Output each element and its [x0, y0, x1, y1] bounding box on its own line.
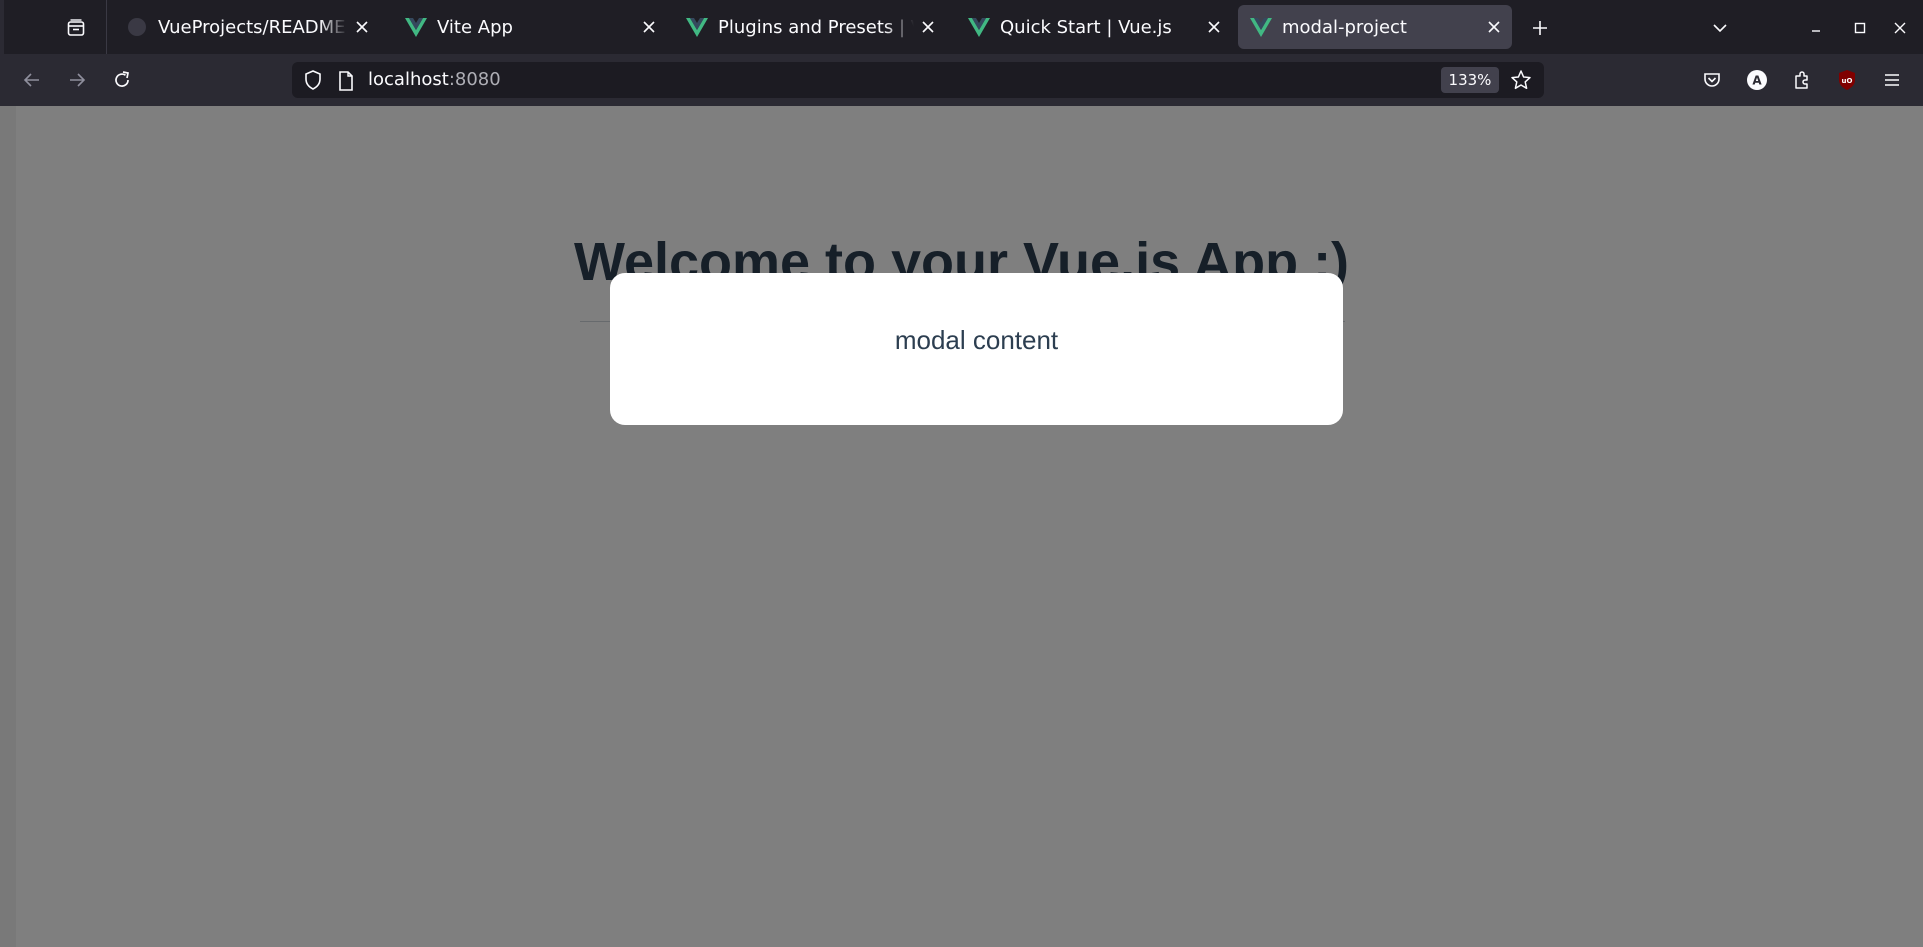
- tab-title: modal-project: [1282, 16, 1407, 38]
- close-window-button[interactable]: [1886, 14, 1914, 42]
- pocket-icon: [1704, 73, 1720, 87]
- window-edge: [0, 0, 4, 54]
- app-menu-button[interactable]: [1876, 64, 1908, 96]
- modal-content-text: modal content: [894, 325, 1059, 355]
- puzzle-icon: [1795, 71, 1808, 89]
- page-viewport: Welcome to your Vue.js App :) modal cont…: [0, 106, 1923, 947]
- svg-text:A: A: [1752, 74, 1762, 88]
- vue-logo-icon: [686, 18, 708, 37]
- chevron-down-icon: [1713, 24, 1727, 33]
- reload-icon: [115, 71, 130, 87]
- tab-title: Quick Start | Vue.js: [1000, 16, 1172, 38]
- forward-button[interactable]: [61, 64, 93, 96]
- tab-separator: [106, 0, 107, 54]
- github-icon: [128, 18, 146, 36]
- tab-title: VueProjects/README.md: [158, 16, 348, 38]
- vue-logo-icon: [1250, 18, 1272, 37]
- arrow-right-icon: [70, 73, 86, 87]
- tab-quick-start[interactable]: Quick Start | Vue.js: [956, 5, 1232, 49]
- tab-close-button[interactable]: [914, 13, 942, 41]
- pocket-button[interactable]: [1696, 64, 1728, 96]
- tab-close-button[interactable]: [1480, 13, 1508, 41]
- tab-title: Vite App: [437, 16, 513, 38]
- new-tab-button[interactable]: [1526, 14, 1554, 42]
- tab-vite-app[interactable]: Vite App: [393, 5, 667, 49]
- tab-modal-project[interactable]: modal-project: [1238, 5, 1512, 49]
- address-bar[interactable]: localhost:8080 133%: [292, 62, 1544, 98]
- svg-text:uO: uO: [1842, 77, 1853, 85]
- tab-close-button[interactable]: [348, 13, 376, 41]
- zoom-indicator[interactable]: 133%: [1441, 67, 1499, 93]
- close-icon: [922, 21, 934, 33]
- plus-icon: [1533, 21, 1547, 35]
- back-button[interactable]: [16, 64, 48, 96]
- list-all-tabs-button[interactable]: [1706, 14, 1734, 42]
- page-info-icon[interactable]: [336, 70, 356, 92]
- minimize-icon: [1812, 30, 1820, 32]
- navigation-toolbar: localhost:8080 133% A uO: [0, 54, 1923, 106]
- account-avatar-icon: A: [1747, 70, 1767, 90]
- arrow-left-icon: [23, 73, 39, 87]
- minimize-button[interactable]: [1802, 14, 1830, 42]
- vue-logo-icon: [405, 18, 427, 37]
- star-icon[interactable]: [1510, 69, 1532, 91]
- vue-logo-icon: [968, 18, 990, 37]
- modal-backdrop[interactable]: modal content: [0, 106, 1923, 947]
- ublock-origin-button[interactable]: uO: [1831, 64, 1863, 96]
- reload-button[interactable]: [106, 64, 138, 96]
- close-icon: [1208, 21, 1220, 33]
- tab-close-button[interactable]: [635, 13, 663, 41]
- ublock-origin-icon: uO: [1839, 70, 1855, 90]
- tab-readme[interactable]: VueProjects/README.md: [114, 5, 380, 49]
- modal-dialog: modal content: [610, 273, 1343, 425]
- close-icon: [643, 21, 655, 33]
- shield-icon[interactable]: [302, 69, 324, 91]
- close-icon: [1894, 22, 1906, 34]
- maximize-icon: [1854, 22, 1866, 34]
- account-button[interactable]: A: [1741, 64, 1773, 96]
- tab-title: Plugins and Presets | Vue CLI: [718, 16, 914, 38]
- url-port: :8080: [448, 69, 501, 90]
- url-host: localhost: [368, 69, 449, 90]
- hamburger-menu-icon: [1885, 74, 1899, 86]
- firefox-view-icon: [67, 19, 85, 36]
- firefox-view-button[interactable]: [62, 14, 90, 42]
- tab-close-button[interactable]: [1200, 13, 1228, 41]
- close-icon: [356, 21, 368, 33]
- maximize-button[interactable]: [1846, 14, 1874, 42]
- tab-strip: VueProjects/README.md Vite App Plugins a…: [0, 0, 1923, 54]
- tab-plugins-presets[interactable]: Plugins and Presets | Vue CLI: [674, 5, 946, 49]
- close-icon: [1488, 21, 1500, 33]
- url-text[interactable]: localhost:8080: [368, 70, 501, 90]
- extensions-button[interactable]: [1786, 64, 1818, 96]
